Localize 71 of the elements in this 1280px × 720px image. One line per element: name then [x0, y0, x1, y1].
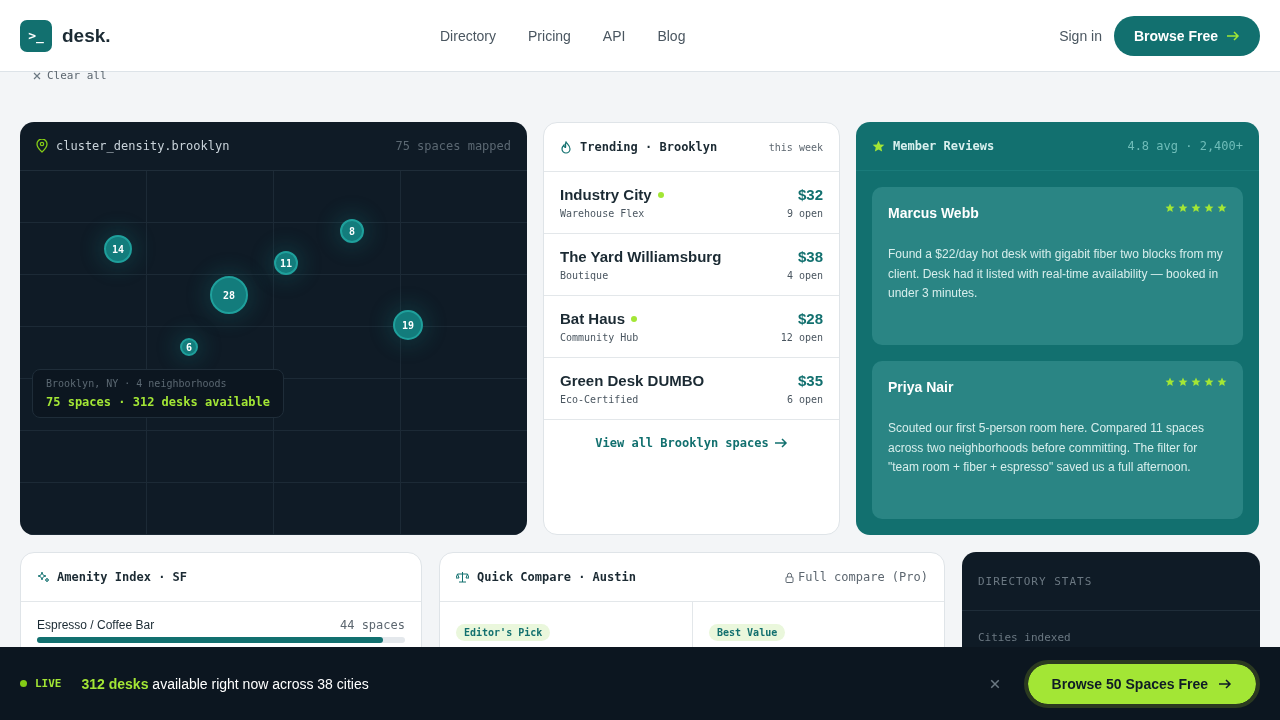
flame-icon	[560, 140, 572, 154]
live-label: LIVE	[35, 677, 62, 690]
nav-link[interactable]: Directory	[440, 27, 496, 44]
clear-all-link[interactable]: Clear all	[33, 69, 107, 82]
card-title: Member Reviews	[893, 139, 995, 153]
card-title: Trending · Brooklyn	[580, 140, 718, 154]
lock-icon	[784, 571, 794, 583]
summary-location: Brooklyn, NY · 4 neighborhoods	[46, 378, 228, 389]
space-type: Boutique	[560, 270, 609, 281]
browse-free-button[interactable]: Browse Free	[1113, 15, 1260, 56]
card-title: DIRECTORY STATS	[978, 574, 1093, 588]
amenity-count: 44 spaces	[339, 618, 405, 632]
space-price: $38	[797, 248, 823, 265]
space-price: $35	[797, 372, 823, 389]
nav-link[interactable]: Blog	[657, 27, 686, 44]
star-icon	[872, 139, 885, 153]
period-label: this week	[768, 141, 823, 153]
cluster-marker[interactable]: 28	[210, 276, 248, 314]
view-all-link[interactable]: View all Brooklyn spaces	[595, 436, 788, 450]
cluster-marker[interactable]: 19	[393, 310, 423, 340]
sign-in-link[interactable]: Sign in	[1059, 27, 1102, 44]
arrow-icon	[1218, 678, 1232, 689]
space-type: Community Hub	[560, 332, 639, 343]
stat-label: Cities indexed	[978, 631, 1071, 644]
space-type: Warehouse Flex	[560, 208, 645, 219]
summary-total: 75 spaces · 312 desks available	[46, 395, 270, 409]
arrow-icon	[773, 438, 788, 448]
reviewer-name: Marcus Webb	[888, 205, 979, 221]
space-name: Green Desk DUMBO	[560, 372, 705, 389]
arrow-icon	[1226, 30, 1240, 41]
logo-mark: >_	[20, 19, 52, 52]
nav-link[interactable]: API	[602, 27, 626, 44]
browse-spaces-button[interactable]: Browse 50 Spaces Free	[1023, 659, 1260, 708]
cluster-marker[interactable]: 8	[340, 219, 364, 243]
map-title: cluster_density.brooklyn	[56, 139, 230, 153]
review-text: Scouted our first 5-person room here. Compared 11 spaces across two neighborhoods before committing. The filter for "team room + fiber + espresso" saved us a full afternoon.	[888, 420, 1205, 476]
cluster-marker[interactable]: 6	[180, 338, 198, 356]
cluster-marker[interactable]: 14	[104, 235, 132, 263]
compare-badge: Best Value	[709, 624, 786, 641]
logo-name: desk.	[62, 24, 111, 47]
rating-summary: 4.8 avg · 2,400+	[1127, 139, 1243, 153]
review-text: Found a $22/day hot desk with gigabit fiber two blocks from my client. Desk had it listed with real-time availability — booked in under 3 minutes.	[888, 246, 1224, 302]
reviewer-name: Priya Nair	[888, 379, 954, 395]
open-count: 4 open	[786, 270, 823, 281]
space-name: Bat Haus	[560, 310, 626, 327]
space-name: The Yard Williamsburg	[560, 248, 722, 265]
live-dot-icon	[20, 680, 27, 687]
nav-link[interactable]: Pricing	[528, 27, 571, 44]
trending-item[interactable]: Green Desk DUMBO Eco-Certified $35 6 open	[544, 358, 839, 420]
open-count: 9 open	[786, 208, 823, 219]
close-icon	[989, 678, 1000, 689]
space-name: Industry City	[560, 186, 652, 203]
location-pin-icon	[36, 139, 48, 153]
close-icon	[33, 71, 41, 80]
space-type: Eco-Certified	[560, 394, 639, 405]
trending-item[interactable]: Industry City Warehouse Flex $32 9 open	[544, 172, 839, 234]
open-count: 12 open	[780, 332, 823, 343]
space-price: $32	[797, 186, 823, 203]
card-title: Quick Compare · Austin	[477, 570, 636, 584]
cluster-marker[interactable]: 11	[274, 251, 298, 275]
space-price: $28	[797, 310, 823, 327]
trending-item[interactable]: Bat Haus Community Hub $28 12 open	[544, 296, 839, 358]
map-count: 75 spaces mapped	[395, 139, 511, 153]
scale-icon	[456, 571, 469, 583]
open-count: 6 open	[786, 394, 823, 405]
full-compare-link[interactable]: Full compare (Pro)	[784, 570, 928, 584]
trending-item[interactable]: The Yard Williamsburg Boutique $38 4 open	[544, 234, 839, 296]
live-message: 312 desks available right now across 38 cities	[81, 675, 369, 692]
compare-badge: Editor's Pick	[456, 624, 551, 641]
amenity-label: Espresso / Coffee Bar	[37, 618, 155, 632]
card-title: Amenity Index · SF	[57, 570, 188, 584]
